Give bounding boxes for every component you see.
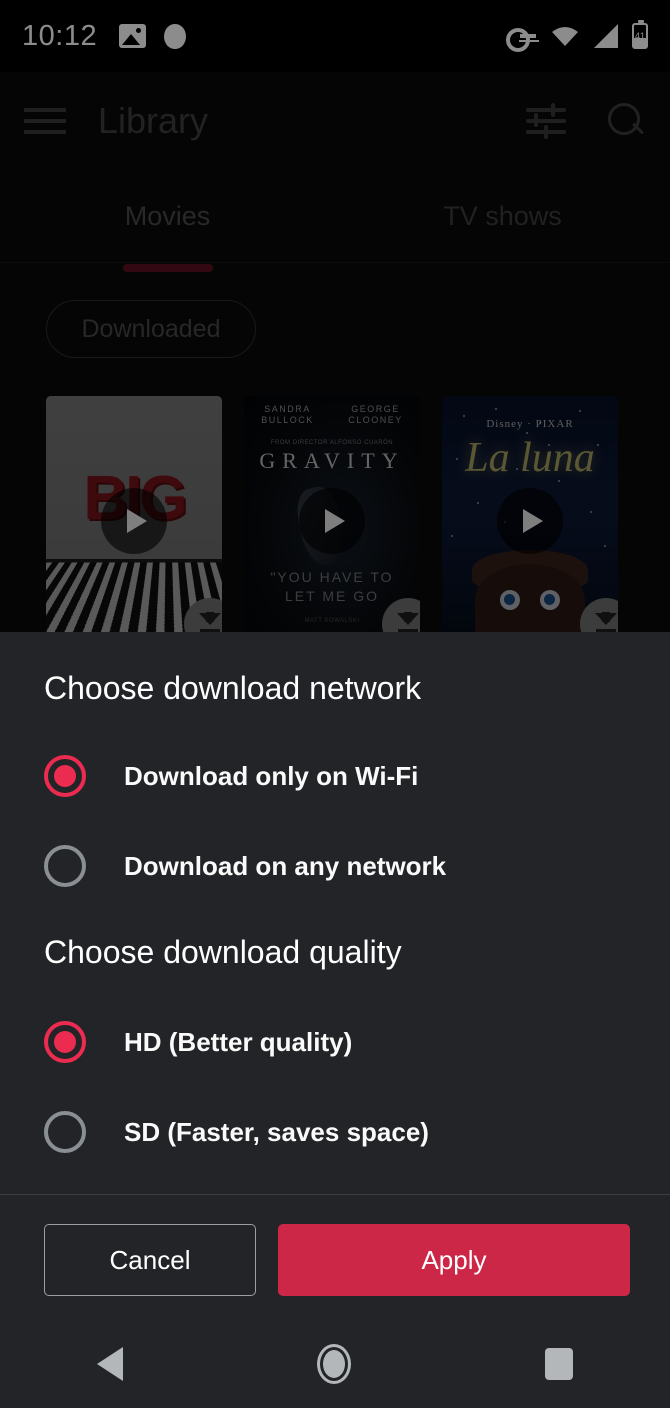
- tune-icon[interactable]: [526, 102, 566, 140]
- app-bar-actions: [526, 101, 646, 141]
- apply-button[interactable]: Apply: [278, 1224, 630, 1296]
- sheet-divider: [0, 1194, 670, 1195]
- radio-sd-icon[interactable]: [44, 1111, 86, 1153]
- key-icon: [506, 27, 536, 45]
- network-heading: Choose download network: [44, 670, 421, 707]
- radio-option-wifi[interactable]: Download only on Wi-Fi: [44, 748, 604, 804]
- phone-screen: 10:12 41 Library M: [0, 0, 670, 1408]
- wifi-icon: [550, 24, 580, 48]
- radio-any-network-icon[interactable]: [44, 845, 86, 887]
- search-icon[interactable]: [606, 101, 646, 141]
- cancel-button[interactable]: Cancel: [44, 1224, 256, 1296]
- image-icon: [119, 24, 146, 48]
- app-bar: Library: [0, 72, 670, 170]
- apply-button-label: Apply: [421, 1245, 486, 1276]
- poster-la-luna[interactable]: Disney · PIXAR La luna: [442, 396, 618, 636]
- poster-big[interactable]: BIG: [46, 396, 222, 636]
- poster-row: BIG SANDRA BULLOCK GEORGE CLOONEY FROM D…: [46, 396, 618, 636]
- chip-downloaded-label: Downloaded: [82, 315, 221, 344]
- radio-wifi-icon[interactable]: [44, 755, 86, 797]
- play-icon[interactable]: [497, 488, 563, 554]
- tab-bar: Movies TV shows: [0, 170, 670, 262]
- tab-divider: [0, 262, 670, 263]
- quality-heading: Choose download quality: [44, 934, 402, 971]
- tab-movies[interactable]: Movies: [0, 170, 335, 262]
- page-title: Library: [98, 100, 208, 142]
- status-left-icons: [119, 24, 186, 49]
- download-settings-sheet: Choose download network Download only on…: [0, 632, 670, 1320]
- home-circle-icon[interactable]: [317, 1344, 351, 1384]
- cancel-button-label: Cancel: [110, 1245, 191, 1276]
- battery-icon: 41: [632, 23, 648, 49]
- battery-level: 41: [634, 31, 646, 41]
- play-icon[interactable]: [101, 488, 167, 554]
- android-nav-bar: [0, 1320, 670, 1408]
- recents-square-icon[interactable]: [545, 1348, 573, 1380]
- radio-option-sd[interactable]: SD (Faster, saves space): [44, 1104, 604, 1160]
- radio-option-any-network[interactable]: Download on any network: [44, 838, 604, 894]
- radio-any-network-label: Download on any network: [124, 851, 446, 882]
- signal-icon: [594, 24, 618, 48]
- poster-gravity[interactable]: SANDRA BULLOCK GEORGE CLOONEY FROM DIREC…: [244, 396, 420, 636]
- tab-movies-label: Movies: [125, 201, 211, 232]
- radio-wifi-label: Download only on Wi-Fi: [124, 761, 418, 792]
- radio-hd-icon[interactable]: [44, 1021, 86, 1063]
- back-triangle-icon[interactable]: [97, 1347, 123, 1381]
- status-right-icons: 41: [506, 23, 648, 49]
- sheet-actions: Cancel Apply: [44, 1224, 630, 1296]
- dot-icon: [164, 24, 186, 49]
- radio-option-hd[interactable]: HD (Better quality): [44, 1014, 604, 1070]
- play-icon[interactable]: [299, 488, 365, 554]
- radio-sd-label: SD (Faster, saves space): [124, 1117, 429, 1148]
- hamburger-icon[interactable]: [24, 108, 66, 134]
- tab-tv-shows-label: TV shows: [443, 201, 562, 232]
- filter-chip-row: Downloaded: [46, 300, 256, 358]
- chip-downloaded[interactable]: Downloaded: [46, 300, 256, 358]
- status-bar: 10:12 41: [0, 0, 670, 72]
- radio-hd-label: HD (Better quality): [124, 1027, 352, 1058]
- tab-tv-shows[interactable]: TV shows: [335, 170, 670, 262]
- status-time: 10:12: [22, 20, 97, 53]
